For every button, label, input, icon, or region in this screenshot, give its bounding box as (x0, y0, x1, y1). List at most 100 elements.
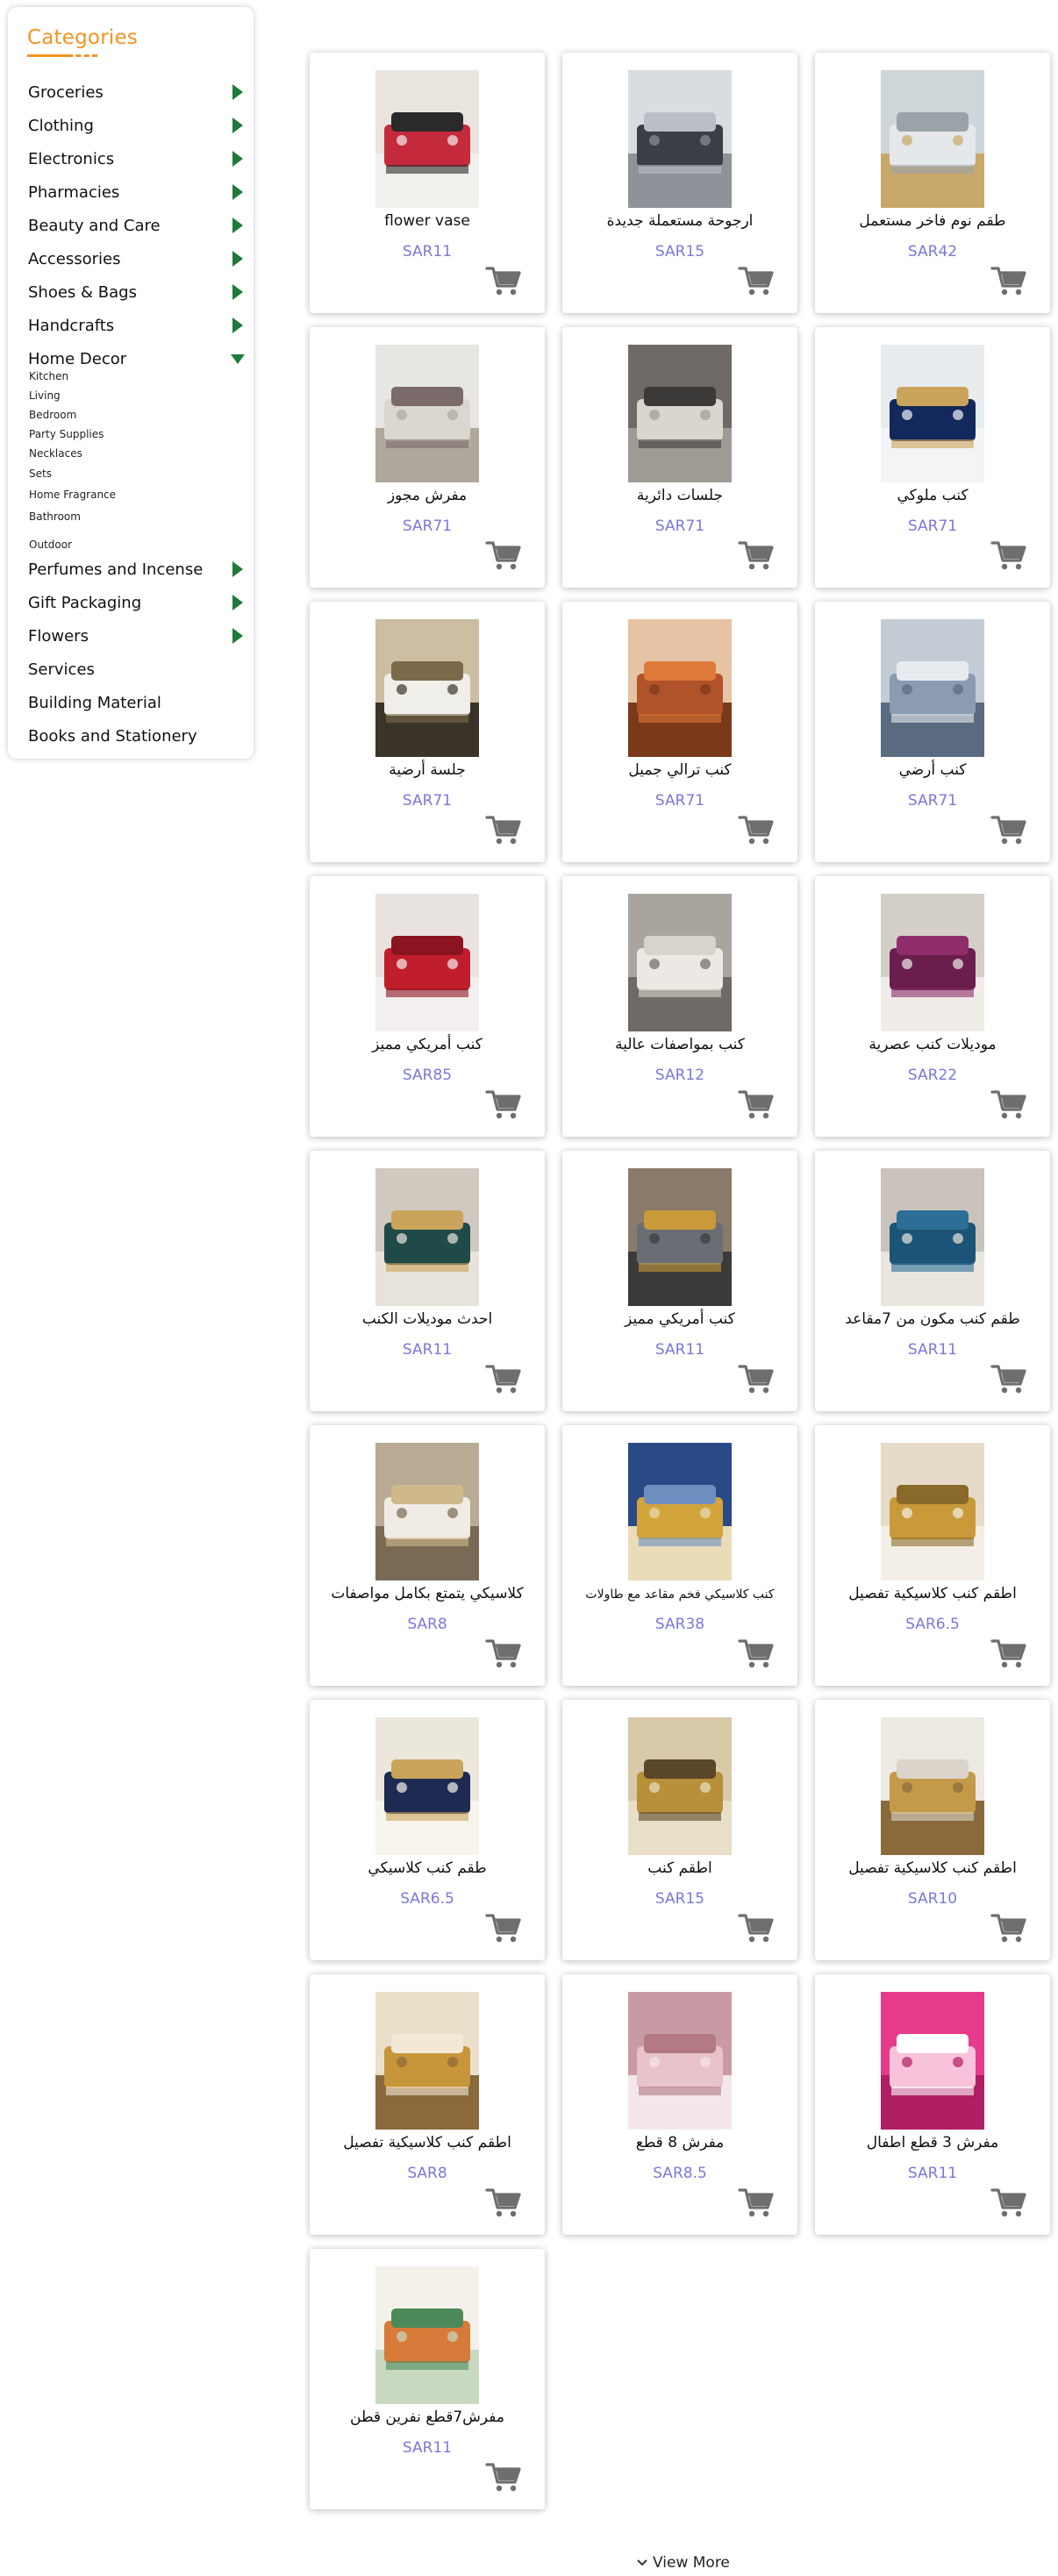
product-image[interactable] (628, 345, 732, 482)
category-perfumes-incense[interactable]: Perfumes and Incense (28, 556, 247, 582)
product-card[interactable]: مفرش 3 قطع اطفال SAR11 (815, 1974, 1050, 2235)
product-name[interactable]: جلسة أرضية (310, 761, 545, 779)
product-name[interactable]: مفرش 3 قطع اطفال (815, 2134, 1050, 2151)
shopping-cart-icon[interactable] (738, 1912, 775, 1944)
chevron-right-icon[interactable] (232, 118, 243, 133)
product-image[interactable] (375, 1992, 479, 2130)
product-card[interactable]: احدث موديلات الكنب SAR11 (310, 1151, 545, 1411)
product-image[interactable] (375, 1443, 479, 1581)
product-name[interactable]: مفرش مجوز (310, 487, 545, 504)
product-image[interactable] (628, 1168, 732, 1306)
shopping-cart-icon[interactable] (485, 1912, 522, 1944)
product-name[interactable]: اطقم كنب كلاسيكية تفصيل (815, 1859, 1050, 1877)
shopping-cart-icon[interactable] (990, 1912, 1027, 1944)
product-name[interactable]: اطقم كنب كلاسيكية تفصيل (310, 2134, 545, 2151)
product-name[interactable]: احدث موديلات الكنب (310, 1310, 545, 1328)
shopping-cart-icon[interactable] (485, 1638, 522, 1669)
product-card[interactable]: مفرش 8 قطع SAR8.5 (562, 1974, 797, 2235)
product-image[interactable] (881, 1992, 984, 2130)
shopping-cart-icon[interactable] (485, 265, 522, 296)
category-building-material[interactable]: Building Material (28, 689, 247, 716)
chevron-right-icon[interactable] (232, 251, 243, 267)
product-name[interactable]: طقم كنب كلاسيكي (310, 1859, 545, 1877)
shopping-cart-icon[interactable] (738, 265, 775, 296)
category-services[interactable]: Services (28, 656, 247, 682)
product-card[interactable]: ارجوحة مستعملة جديدة SAR15 (562, 53, 797, 313)
product-name[interactable]: مفرش7قطع نفرين قطن (310, 2408, 545, 2426)
product-card[interactable]: طقم كنب كلاسيكي SAR6.5 (310, 1700, 545, 1960)
category-accessories[interactable]: Accessories (28, 246, 247, 272)
product-image[interactable] (375, 1717, 479, 1855)
subcategory-living[interactable]: Living (29, 389, 61, 402)
category-clothing[interactable]: Clothing (28, 112, 247, 139)
product-name[interactable]: جلسات دائرية (562, 487, 797, 504)
shopping-cart-icon[interactable] (990, 1088, 1027, 1120)
category-pharmacies[interactable]: Pharmacies (28, 179, 247, 205)
product-card[interactable]: كنب ترالي جميل SAR71 (562, 602, 797, 862)
product-image[interactable] (628, 1717, 732, 1855)
subcategory-bedroom[interactable]: Bedroom (29, 409, 76, 421)
product-card[interactable]: كنب أرضي SAR71 (815, 602, 1050, 862)
category-beauty-and-care[interactable]: Beauty and Care (28, 212, 247, 239)
category-home-decor[interactable]: Home Decor (28, 346, 247, 372)
view-more-button[interactable]: View More (637, 2554, 730, 2572)
category-shoes-bags[interactable]: Shoes & Bags (28, 279, 247, 305)
shopping-cart-icon[interactable] (738, 1363, 775, 1395)
product-image[interactable] (375, 619, 479, 757)
shopping-cart-icon[interactable] (990, 2187, 1027, 2218)
product-name[interactable]: طقم كنب مكون من 7مقاعد (815, 1310, 1050, 1328)
product-name[interactable]: طقم نوم فاخر مستعمل (815, 212, 1050, 230)
product-image[interactable] (628, 619, 732, 757)
product-name[interactable]: كنب أرضي (815, 761, 1050, 779)
shopping-cart-icon[interactable] (485, 539, 522, 571)
product-card[interactable]: طقم نوم فاخر مستعمل SAR42 (815, 53, 1050, 313)
chevron-right-icon[interactable] (232, 628, 243, 644)
product-card[interactable]: كنب أمريكي مميز SAR11 (562, 1151, 797, 1411)
product-card[interactable]: اطقم كنب SAR15 (562, 1700, 797, 1960)
product-card[interactable]: مفرش7قطع نفرين قطن SAR11 (310, 2249, 545, 2509)
shopping-cart-icon[interactable] (738, 1638, 775, 1669)
product-card[interactable]: كنب بمواصفات عالية SAR12 (562, 876, 797, 1137)
subcategory-bathroom[interactable]: Bathroom (29, 510, 81, 523)
product-card[interactable]: اطقم كنب كلاسيكية تفصيل SAR10 (815, 1700, 1050, 1960)
product-card[interactable]: طقم كنب مكون من 7مقاعد SAR11 (815, 1151, 1050, 1411)
product-name[interactable]: كلاسيكي يتمتع بكامل مواصفات (310, 1585, 545, 1602)
shopping-cart-icon[interactable] (485, 1088, 522, 1120)
product-image[interactable] (881, 1168, 984, 1306)
product-image[interactable] (881, 70, 984, 208)
chevron-right-icon[interactable] (232, 284, 243, 300)
chevron-right-icon[interactable] (232, 561, 243, 577)
chevron-right-icon[interactable] (232, 184, 243, 200)
shopping-cart-icon[interactable] (485, 2187, 522, 2218)
product-name[interactable]: اطقم كنب (562, 1859, 797, 1877)
product-name[interactable]: كنب أمريكي مميز (310, 1036, 545, 1053)
shopping-cart-icon[interactable] (990, 1638, 1027, 1669)
shopping-cart-icon[interactable] (990, 539, 1027, 571)
subcategory-party-supplies[interactable]: Party Supplies (29, 428, 104, 440)
product-image[interactable] (375, 894, 479, 1031)
category-books-stationery[interactable]: Books and Stationery (28, 723, 247, 749)
product-name[interactable]: flower vase (310, 212, 545, 230)
subcategory-kitchen[interactable]: Kitchen (29, 370, 68, 382)
category-gift-packaging[interactable]: Gift Packaging (28, 589, 247, 616)
product-image[interactable] (628, 894, 732, 1031)
product-image[interactable] (881, 345, 984, 482)
product-card[interactable]: جلسات دائرية SAR71 (562, 327, 797, 588)
product-image[interactable] (375, 345, 479, 482)
chevron-right-icon[interactable] (232, 318, 243, 333)
product-name[interactable]: مفرش 8 قطع (562, 2134, 797, 2151)
chevron-down-icon[interactable] (231, 353, 245, 364)
product-image[interactable] (375, 2266, 479, 2404)
shopping-cart-icon[interactable] (990, 814, 1027, 846)
product-name[interactable]: موديلات كنب عصرية (815, 1036, 1050, 1053)
shopping-cart-icon[interactable] (990, 1363, 1027, 1395)
product-card[interactable]: كنب أمريكي مميز SAR85 (310, 876, 545, 1137)
chevron-right-icon[interactable] (232, 595, 243, 610)
product-image[interactable] (881, 1717, 984, 1855)
product-card[interactable]: اطقم كنب كلاسيكية تفصيل SAR8 (310, 1974, 545, 2235)
shopping-cart-icon[interactable] (485, 1363, 522, 1395)
subcategory-sets[interactable]: Sets (29, 467, 52, 480)
product-name[interactable]: كنب كلاسيكي فخم مقاعد مع طاولات (562, 1588, 797, 1602)
chevron-right-icon[interactable] (232, 84, 243, 100)
product-name[interactable]: ارجوحة مستعملة جديدة (562, 212, 797, 230)
